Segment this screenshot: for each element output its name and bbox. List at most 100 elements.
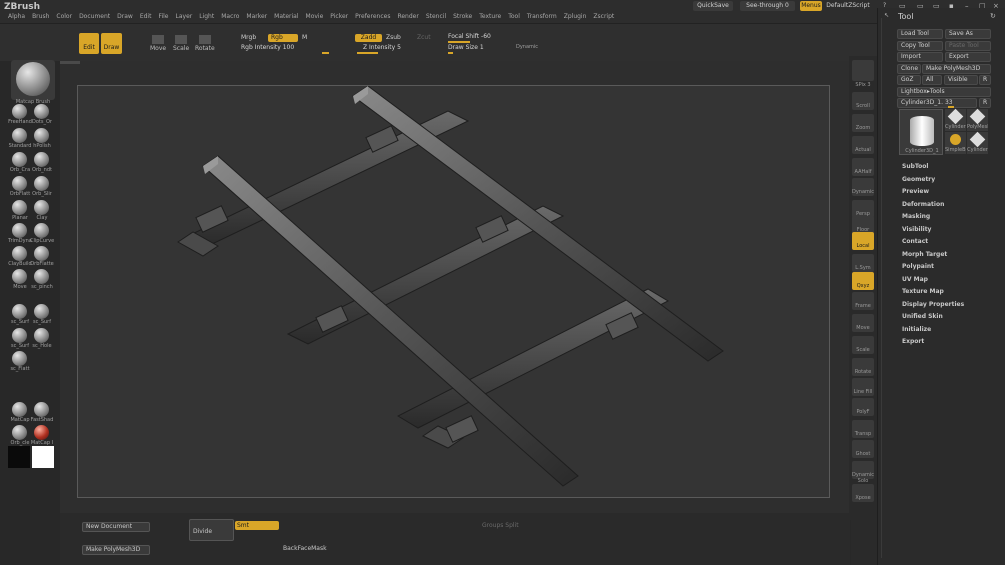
brush-slot[interactable]: MatCap <box>10 402 30 424</box>
save-as-button[interactable]: Save As <box>945 29 991 39</box>
brush-slot[interactable]: OrbFlatte <box>30 246 54 268</box>
menu-material[interactable]: Material <box>274 13 298 20</box>
viewport-canvas[interactable] <box>77 85 830 498</box>
brush-slot[interactable]: sc_pinch <box>31 269 53 291</box>
section-visibility[interactable]: Visibility <box>902 226 931 233</box>
doc-scroll-tab[interactable] <box>60 61 80 64</box>
menu-movie[interactable]: Movie <box>306 13 324 20</box>
transp-button[interactable]: Transp <box>852 420 874 438</box>
z-intensity-slider[interactable]: Z Intensity 5 <box>363 43 433 52</box>
l-sym-button[interactable]: L.Sym <box>852 254 874 272</box>
brush-slot[interactable]: Dots_Or <box>32 104 52 126</box>
ghost-button[interactable]: Ghost <box>852 440 874 458</box>
xpose-button[interactable]: Xpose <box>852 484 874 502</box>
rgb-intensity-slider[interactable]: Rgb Intensity 100 <box>241 43 331 52</box>
section-morph-target[interactable]: Morph Target <box>902 251 947 258</box>
brush-slot[interactable]: Orb_ndt <box>32 152 52 174</box>
menu-zscript[interactable]: Zscript <box>593 13 614 20</box>
brush-slot[interactable]: MatCap I <box>31 425 53 447</box>
section-uv-map[interactable]: UV Map <box>902 276 928 283</box>
make-polymesh-bottom-button[interactable]: Make PolyMesh3D <box>82 545 150 555</box>
scale-button[interactable]: Scale <box>852 336 874 354</box>
groups-split-button[interactable]: Groups Split <box>482 522 519 529</box>
menu-alpha[interactable]: Alpha <box>8 13 25 20</box>
brush-slot[interactable]: sc_Flatt <box>10 351 30 373</box>
move-button[interactable]: Move <box>150 45 166 53</box>
mrgb-button[interactable]: Mrgb <box>241 34 256 42</box>
section-initialize[interactable]: Initialize <box>902 326 931 333</box>
brush-slot[interactable]: ClayBuild <box>8 246 32 268</box>
current-brush-slot[interactable] <box>11 60 55 100</box>
m-button[interactable]: M <box>302 34 307 42</box>
bpr-button[interactable] <box>852 60 874 81</box>
r-button[interactable]: R <box>979 75 991 85</box>
menu-document[interactable]: Document <box>79 13 110 20</box>
zoom-button[interactable]: Zoom <box>852 114 874 132</box>
menu-transform[interactable]: Transform <box>527 13 557 20</box>
menu-light[interactable]: Light <box>199 13 214 20</box>
section-deformation[interactable]: Deformation <box>902 201 944 208</box>
brush-slot[interactable]: sc_Hole <box>32 328 52 350</box>
section-preview[interactable]: Preview <box>902 188 929 195</box>
menu-render[interactable]: Render <box>397 13 418 20</box>
zcut-button[interactable]: Zcut <box>417 34 431 42</box>
quicksave-button[interactable]: QuickSave <box>693 1 733 11</box>
menu-zplugin[interactable]: Zplugin <box>564 13 587 20</box>
menus-toggle[interactable]: Menus <box>800 1 822 11</box>
menu-preferences[interactable]: Preferences <box>355 13 390 20</box>
copy-tool-button[interactable]: Copy Tool <box>897 41 943 51</box>
default-zscript-button[interactable]: DefaultZScript <box>824 1 872 11</box>
dynamic-button[interactable]: Dynamic <box>516 43 538 51</box>
scroll-button[interactable]: Scroll <box>852 92 874 110</box>
divide-button[interactable]: Divide <box>189 519 234 541</box>
palette-scrollbar[interactable] <box>881 18 882 558</box>
scale-button[interactable]: Scale <box>173 45 189 53</box>
import-button[interactable]: Import <box>897 52 943 62</box>
lightbox-tools-button[interactable]: Lightbox▸Tools <box>897 87 991 97</box>
line-fill-button[interactable]: Line Fill <box>852 378 874 396</box>
section-display-properties[interactable]: Display Properties <box>902 301 964 308</box>
primary-color-swatch[interactable] <box>32 446 54 468</box>
menu-picker[interactable]: Picker <box>330 13 348 20</box>
brush-slot[interactable]: sc_Surf <box>32 304 52 326</box>
section-texture-map[interactable]: Texture Map <box>902 288 944 295</box>
brush-slot[interactable]: hPolish <box>32 128 52 150</box>
load-tool-button[interactable]: Load Tool <box>897 29 943 39</box>
brush-slot[interactable]: FreeHand <box>8 104 32 126</box>
move-button[interactable]: Move <box>852 314 874 332</box>
menu-file[interactable]: File <box>158 13 168 20</box>
menu-brush[interactable]: Brush <box>32 13 49 20</box>
draw-size-slider[interactable]: Draw Size 1 <box>448 43 518 52</box>
menu-draw[interactable]: Draw <box>117 13 133 20</box>
backface-mask-button[interactable]: BackFaceMask <box>283 545 327 552</box>
draw-button[interactable]: Draw <box>101 33 122 54</box>
section-masking[interactable]: Masking <box>902 213 930 220</box>
menu-texture[interactable]: Texture <box>479 13 501 20</box>
paste-tool-button[interactable]: Paste Tool <box>945 41 991 51</box>
palette-drag-icon[interactable]: ↖ <box>884 12 889 19</box>
menu-color[interactable]: Color <box>56 13 72 20</box>
rotate-button[interactable]: Rotate <box>195 45 215 53</box>
spix-slider[interactable]: SPix 3 <box>849 82 877 88</box>
tool-thumb[interactable]: SimpleBr <box>945 132 966 154</box>
export-button[interactable]: Export <box>945 52 991 62</box>
make-polymesh-button[interactable]: Make PolyMesh3D <box>922 64 991 74</box>
all-button[interactable]: All <box>922 75 942 85</box>
menu-stroke[interactable]: Stroke <box>453 13 472 20</box>
zsub-button[interactable]: Zsub <box>386 34 401 42</box>
brush-slot[interactable]: Planar <box>10 200 30 222</box>
edit-button[interactable]: Edit <box>79 33 99 54</box>
menu-edit[interactable]: Edit <box>140 13 152 20</box>
menu-macro[interactable]: Macro <box>221 13 239 20</box>
frame-button[interactable]: Frame <box>852 292 874 310</box>
section-polypaint[interactable]: Polypaint <box>902 263 934 270</box>
actual-button[interactable]: Actual <box>852 136 874 154</box>
polyf-button[interactable]: PolyF <box>852 398 874 416</box>
tool-thumb[interactable]: Cylinder <box>967 131 988 154</box>
menu-layer[interactable]: Layer <box>176 13 193 20</box>
brush-slot[interactable]: Standard <box>9 128 31 150</box>
see-through-slider[interactable]: See-through 0 <box>740 1 795 11</box>
brush-slot[interactable]: FastShad <box>31 402 53 424</box>
brush-slot[interactable]: OrbFlatt <box>10 176 30 198</box>
goz-button[interactable]: GoZ <box>897 75 921 85</box>
